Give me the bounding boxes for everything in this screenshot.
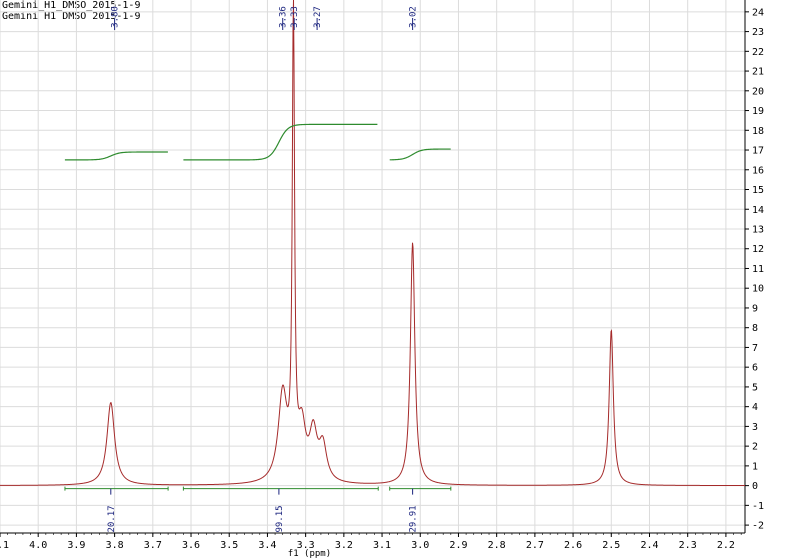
y-tick-label: 22 — [752, 47, 764, 58]
x-tick-label: 2.8 — [488, 540, 506, 551]
integral-value: 29.91 — [409, 505, 419, 532]
y-tick-label: 13 — [752, 224, 764, 235]
y-tick-label: 18 — [752, 126, 764, 137]
y-tick-label: 4 — [752, 402, 758, 413]
y-tick-label: 14 — [752, 205, 764, 216]
y-tick-label: 3 — [752, 422, 758, 433]
peak-label: 3.80 — [111, 6, 121, 28]
y-tick-label: 0 — [752, 481, 758, 492]
y-tick-label: 2 — [752, 442, 758, 453]
nmr-chart: 4.14.03.93.83.73.63.53.43.33.23.13.02.92… — [0, 0, 764, 558]
y-tick-label: 5 — [752, 382, 758, 393]
y-tick-label: 24 — [752, 7, 764, 18]
integral-value: 20.17 — [107, 505, 117, 532]
y-tick-label: -2 — [752, 521, 764, 532]
peak-label: 3.02 — [409, 6, 419, 28]
y-tick-label: 16 — [752, 165, 764, 176]
x-tick-label: 2.2 — [717, 540, 735, 551]
x-tick-label: 3.8 — [106, 540, 124, 551]
y-tick-label: 15 — [752, 185, 764, 196]
x-tick-label: 3.5 — [220, 540, 238, 551]
y-tick-label: 6 — [752, 363, 758, 374]
y-tick-label: 8 — [752, 323, 758, 334]
integral-value: 99.15 — [275, 505, 285, 532]
y-tick-label: 12 — [752, 244, 764, 255]
x-tick-label: 3.0 — [411, 540, 429, 551]
peak-label: 3.27 — [313, 6, 323, 28]
x-tick-label: 3.9 — [67, 540, 85, 551]
y-tick-label: 20 — [752, 86, 764, 97]
x-tick-label: 3.7 — [144, 540, 162, 551]
x-tick-label: 3.2 — [335, 540, 353, 551]
y-tick-label: 10 — [752, 284, 764, 295]
x-tick-label: 2.4 — [640, 540, 658, 551]
y-tick-label: 21 — [752, 67, 764, 78]
nmr-spectrum-view: Gemini_H1_DMSO_2015-1-9 Gemini H1 DMSO 2… — [0, 0, 800, 558]
y-tick-label: 17 — [752, 146, 764, 157]
x-tick-label: 2.6 — [564, 540, 582, 551]
x-tick-label: 4.1 — [0, 540, 9, 551]
x-tick-label: 2.9 — [449, 540, 467, 551]
spectrum-line — [0, 0, 745, 487]
x-tick-label: 2.5 — [602, 540, 620, 551]
y-tick-label: 19 — [752, 106, 764, 117]
y-tick-label: 23 — [752, 27, 764, 38]
x-axis-label: f1 (ppm) — [288, 549, 331, 558]
x-tick-label: 3.6 — [182, 540, 200, 551]
integral-curve — [183, 123, 378, 161]
y-tick-label: -1 — [752, 501, 764, 512]
x-tick-label: 4.0 — [29, 540, 47, 551]
y-tick-label: 9 — [752, 303, 758, 314]
x-tick-label: 2.7 — [526, 540, 544, 551]
x-tick-label: 3.4 — [258, 540, 276, 551]
y-tick-label: 7 — [752, 343, 758, 354]
y-tick-label: 11 — [752, 264, 764, 275]
y-tick-label: 1 — [752, 461, 758, 472]
peak-label: 3.33 — [290, 6, 300, 28]
x-tick-label: 2.3 — [679, 540, 697, 551]
peak-label: 3.36 — [279, 6, 289, 28]
x-tick-label: 3.1 — [373, 540, 391, 551]
